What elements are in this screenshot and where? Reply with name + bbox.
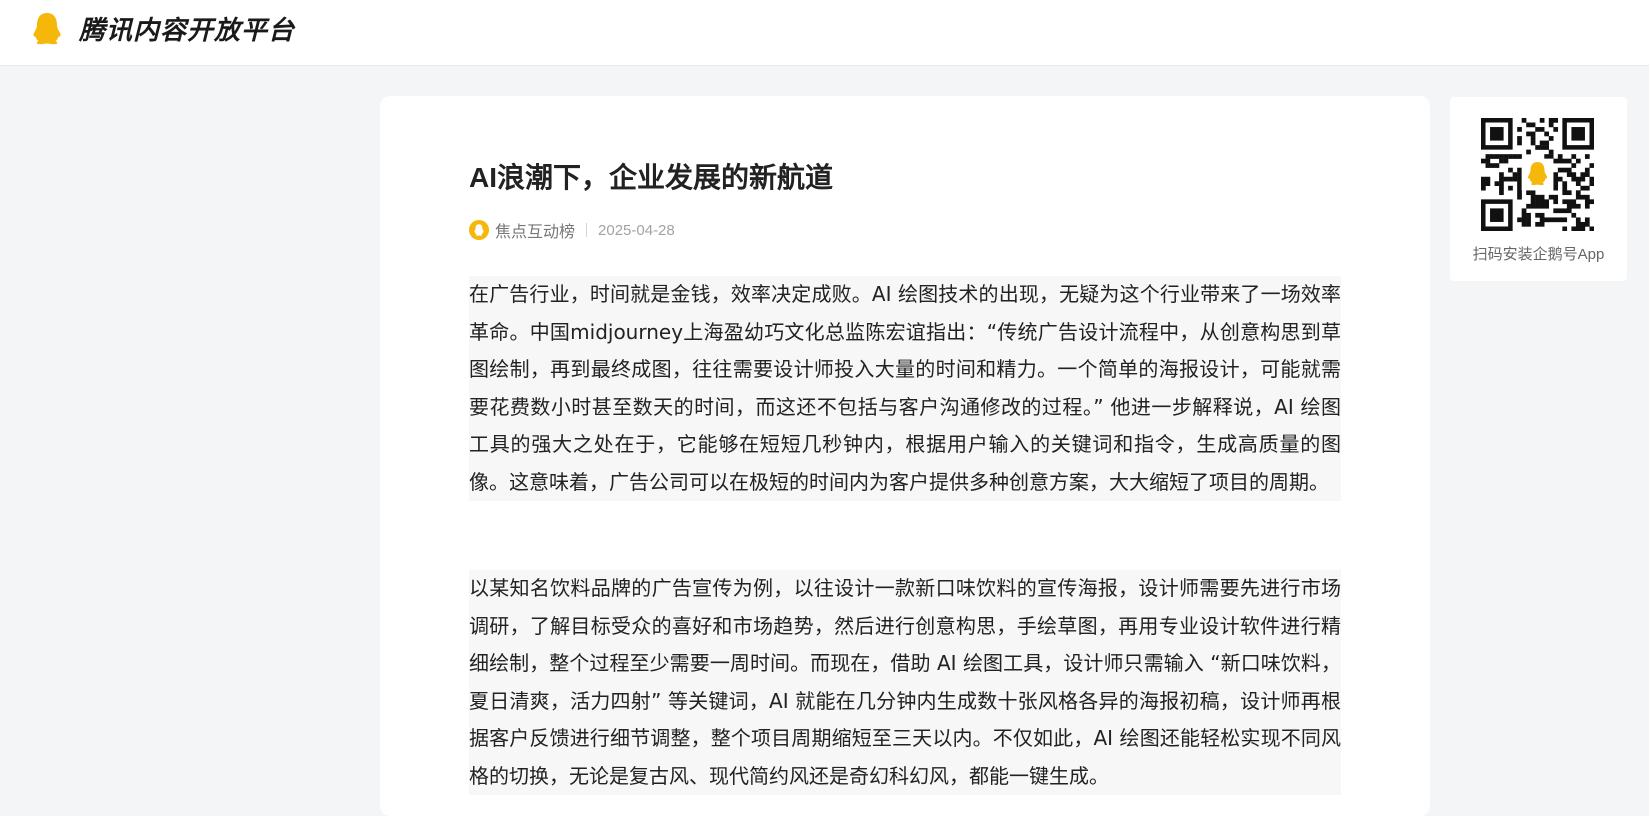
article-paragraph: 以某知名饮料品牌的广告宣传为例，以往设计一款新口味饮料的宣传海报，设计师需要先进… bbox=[469, 570, 1341, 795]
publish-date: 2025-04-28 bbox=[598, 221, 675, 239]
article-meta: 焦点互动榜 2025-04-28 bbox=[469, 218, 675, 242]
meta-divider bbox=[586, 223, 588, 237]
author-name[interactable]: 焦点互动榜 bbox=[495, 218, 575, 242]
app-qr-card: 扫码安装企鹅号App bbox=[1450, 97, 1627, 281]
article-card: AI浪潮下，企业发展的新航道 焦点互动榜 2025-04-28 在广告行业，时间… bbox=[380, 96, 1430, 816]
site-logo[interactable]: 腾讯内容开放平台 bbox=[31, 10, 295, 46]
qr-code-icon bbox=[1481, 118, 1594, 231]
logo-text: 腾讯内容开放平台 bbox=[79, 15, 296, 46]
author-avatar-icon[interactable] bbox=[469, 220, 489, 240]
article-paragraph: 在广告行业，时间就是金钱，效率决定成败。AI 绘图技术的出现，无疑为这个行业带来… bbox=[469, 276, 1341, 501]
qr-caption: 扫码安装企鹅号App bbox=[1472, 246, 1605, 263]
top-header: 腾讯内容开放平台 bbox=[0, 0, 1649, 66]
article-title: AI浪潮下，企业发展的新航道 bbox=[469, 162, 834, 193]
penguin-icon bbox=[33, 13, 61, 45]
